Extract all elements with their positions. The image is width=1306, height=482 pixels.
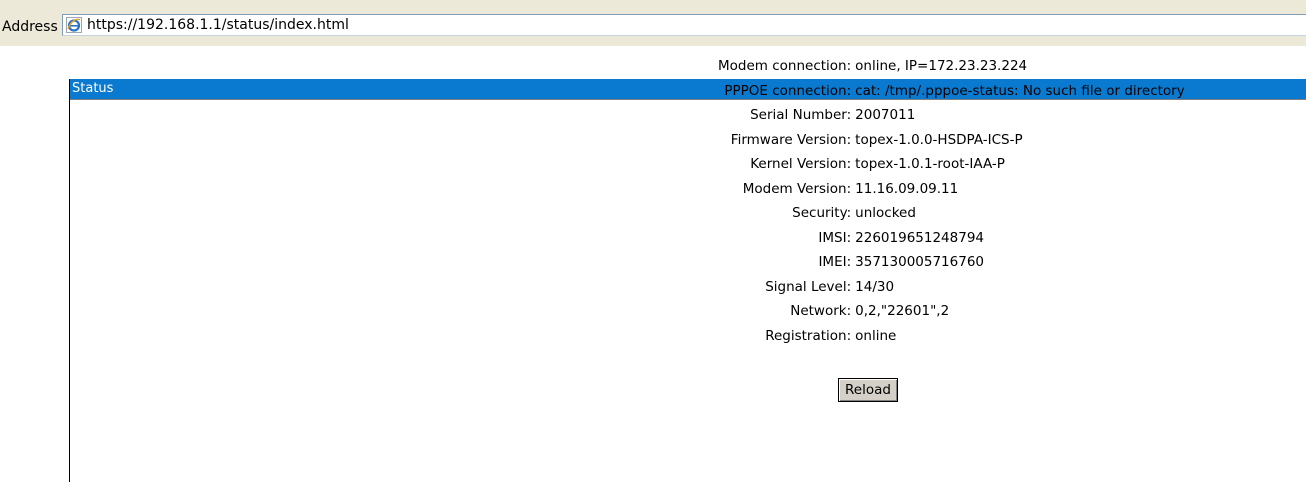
- status-row: Firmware Version: topex-1.0.0-HSDPA-ICS-…: [718, 128, 1185, 153]
- status-value: 11.16.09.09.11: [855, 180, 959, 197]
- address-label: Address: [2, 19, 58, 35]
- status-label: Serial Number:: [750, 107, 852, 124]
- status-label: Signal Level:: [765, 278, 852, 295]
- status-row: IMEI: 357130005716760: [718, 250, 1185, 275]
- status-row: Kernel Version: topex-1.0.1-root-IAA-P: [718, 152, 1185, 177]
- status-value: topex-1.0.0-HSDPA-ICS-P: [855, 131, 1023, 148]
- status-row: Signal Level: 14/30: [718, 275, 1185, 300]
- status-label: Registration:: [765, 327, 852, 344]
- status-value: unlocked: [855, 205, 916, 222]
- address-url[interactable]: https://192.168.1.1/status/index.html: [87, 16, 349, 34]
- address-bar: Address https://192.168.1.1/status/index…: [0, 0, 1306, 46]
- status-value: 226019651248794: [855, 229, 984, 246]
- status-row: IMSI: 226019651248794: [718, 226, 1185, 251]
- internet-explorer-icon: [66, 17, 82, 33]
- status-value: online, IP=172.23.23.224: [855, 58, 1028, 75]
- status-row: Serial Number: 2007011: [718, 103, 1185, 128]
- reload-button[interactable]: Reload: [838, 378, 898, 402]
- status-label: Modem Version:: [742, 180, 852, 197]
- status-value: 0,2,"22601",2: [855, 303, 950, 320]
- status-value: cat: /tmp/.pppoe-status: No such file or…: [855, 82, 1185, 99]
- status-label: Kernel Version:: [750, 156, 852, 173]
- status-value: topex-1.0.1-root-IAA-P: [855, 156, 1005, 173]
- status-label: IMEI:: [818, 254, 852, 271]
- address-field[interactable]: https://192.168.1.1/status/index.html: [62, 14, 1306, 36]
- status-label: IMSI:: [818, 229, 852, 246]
- status-row: Security: unlocked: [718, 201, 1185, 226]
- status-label: Security:: [792, 205, 852, 222]
- status-value: 357130005716760: [855, 254, 984, 271]
- status-value: 2007011: [855, 107, 916, 124]
- status-row: PPPOE connection: cat: /tmp/.pppoe-statu…: [718, 79, 1185, 104]
- status-label: Modem connection:: [718, 58, 852, 75]
- status-value: 14/30: [855, 278, 895, 295]
- status-label: Network:: [790, 303, 852, 320]
- status-label: PPPOE connection:: [724, 82, 852, 99]
- status-row: Network: 0,2,"22601",2: [718, 299, 1185, 324]
- status-row: Modem connection: online, IP=172.23.23.2…: [718, 54, 1185, 79]
- status-table: Modem connection: online, IP=172.23.23.2…: [718, 54, 1185, 348]
- status-label: Firmware Version:: [730, 131, 852, 148]
- status-row: Registration: online: [718, 324, 1185, 349]
- status-row: Modem Version: 11.16.09.09.11: [718, 177, 1185, 202]
- status-value: online: [855, 327, 897, 344]
